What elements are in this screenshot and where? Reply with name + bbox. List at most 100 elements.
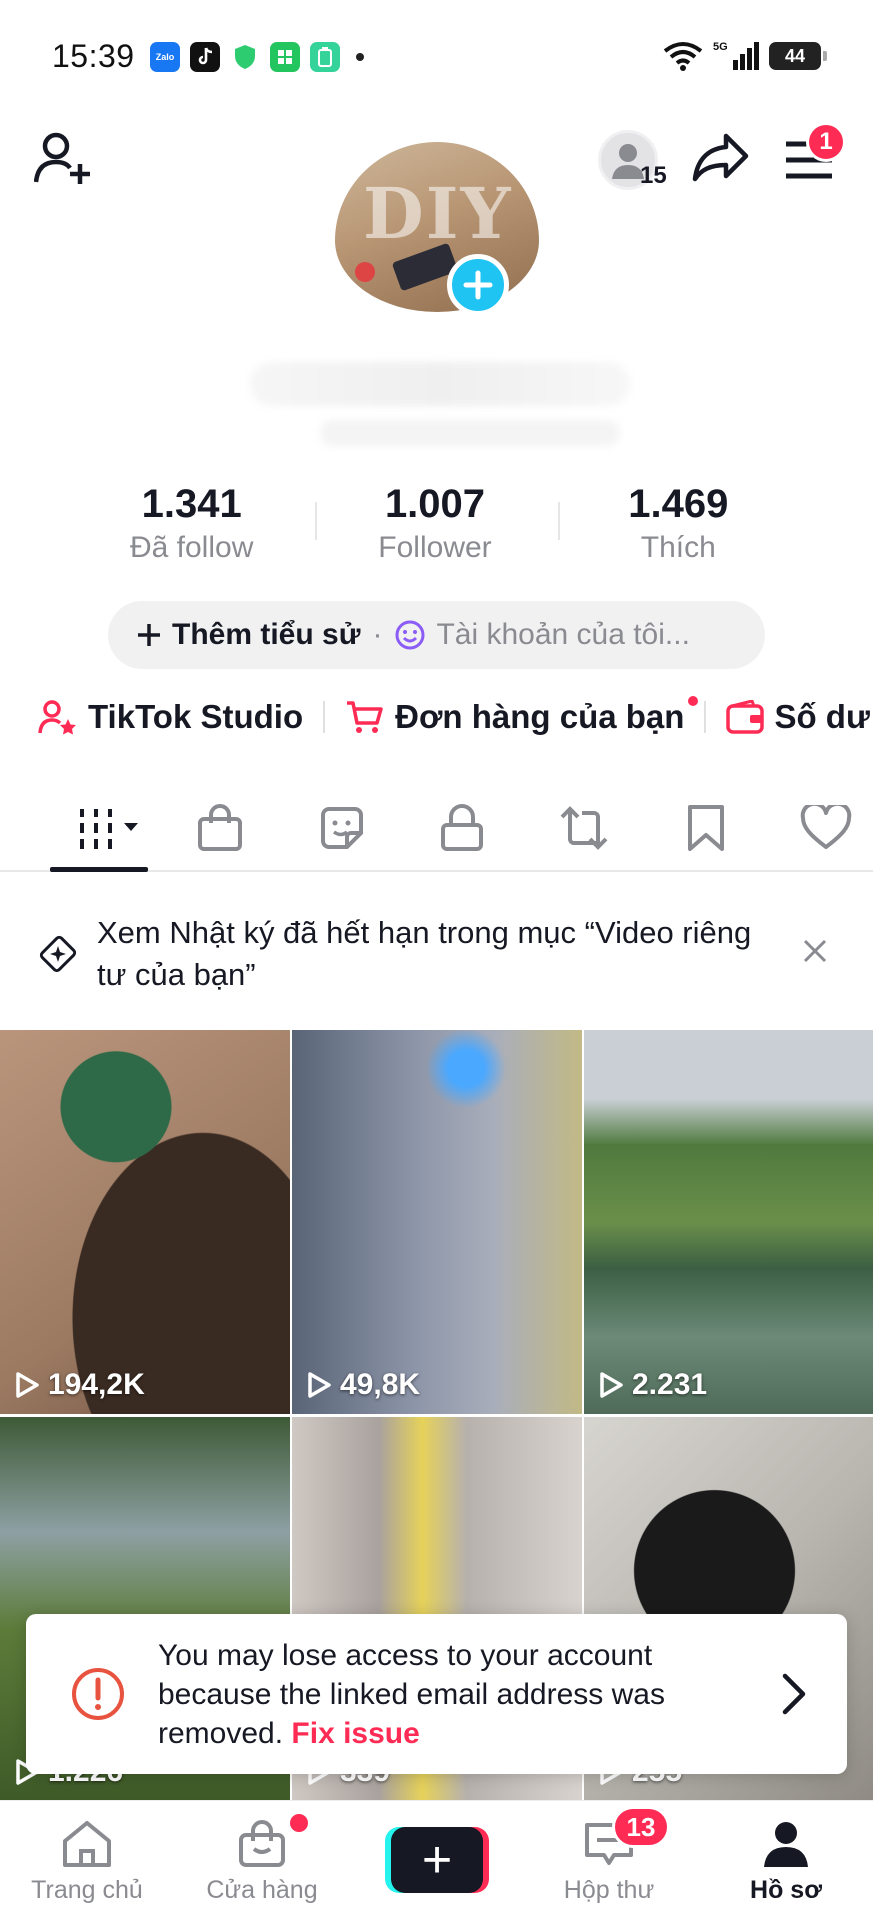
stat-followers-label: Follower: [378, 531, 492, 564]
chevron-right-icon[interactable]: [781, 1672, 807, 1716]
toast-message-block: You may lose access to your account beca…: [158, 1636, 758, 1753]
sparkle-diary-icon: [39, 935, 77, 973]
handle-blurred: [320, 420, 620, 446]
tiktok-icon: [190, 42, 220, 72]
video-tile[interactable]: 194,2K: [0, 1030, 290, 1414]
notice-text: Xem Nhật ký đã hết hạn trong mục “Video …: [97, 915, 752, 992]
add-bio-label: Thêm tiểu sử: [172, 618, 361, 651]
cellular-signal-icon: 5G: [713, 41, 759, 70]
grid-columns-icon: [80, 809, 138, 849]
email-warning-toast[interactable]: You may lose access to your account beca…: [26, 1614, 847, 1774]
video-views: 194,2K: [14, 1368, 145, 1402]
share-profile-button[interactable]: [692, 132, 750, 187]
add-bio-button[interactable]: Thêm tiểu sử: [136, 618, 360, 652]
nav-shop-label: Cửa hàng: [206, 1876, 318, 1904]
smiley-icon: [395, 620, 425, 650]
orders-link[interactable]: Đơn hàng của bạn: [345, 696, 699, 736]
add-friend-button[interactable]: [33, 130, 94, 191]
repost-icon: [560, 806, 608, 850]
view-count: 2.231: [632, 1368, 708, 1401]
tab-liked[interactable]: [796, 798, 856, 858]
video-tile[interactable]: 49,8K: [292, 1030, 582, 1414]
tab-videos[interactable]: [70, 798, 148, 858]
stat-followers[interactable]: 1.007 Follower: [313, 482, 556, 565]
add-avatar-button[interactable]: [447, 254, 509, 316]
wifi-icon: [663, 42, 703, 71]
lock-icon: [441, 804, 483, 851]
play-outline-icon: [16, 1372, 39, 1398]
tiktok-studio-link[interactable]: TikTok Studio: [38, 698, 303, 736]
username-blurred: [250, 362, 630, 406]
orders-label: Đơn hàng của bạn: [395, 698, 685, 735]
tab-stickers[interactable]: [312, 798, 372, 858]
stat-following[interactable]: 1.341 Đã follow: [70, 482, 313, 565]
bio-separator: ·: [372, 618, 383, 651]
link-divider: [323, 701, 326, 733]
avatar-logo-text: DIY: [363, 172, 513, 255]
status-time: 15:39: [52, 38, 135, 74]
warning-circle-icon: [72, 1668, 124, 1720]
add-user-icon: [33, 132, 90, 184]
expired-diary-notice[interactable]: Xem Nhật ký đã hết hạn trong mục “Video …: [0, 900, 873, 1020]
status-right: 5G 44: [663, 40, 827, 72]
studio-person-star-icon: [38, 700, 76, 735]
orders-notification-dot: [688, 696, 699, 706]
plus-icon: [138, 624, 160, 646]
profile-stats: 1.341 Đã follow 1.007 Follower 1.469 Thí…: [70, 482, 800, 565]
content-tabs: [0, 790, 873, 872]
bottom-navigation: Trang chủ Cửa hàng + Hộp thư Hồ sơ: [0, 1800, 873, 1920]
stat-following-value: 1.341: [141, 482, 242, 526]
share-arrow-icon: [692, 133, 749, 182]
account-status-button[interactable]: Tài khoản của tôi...: [394, 618, 690, 652]
tiktok-studio-label: TikTok Studio: [88, 698, 304, 735]
shop-notification-dot: [290, 1814, 308, 1832]
create-video-button[interactable]: +: [385, 1827, 489, 1893]
video-views: 2.231: [598, 1368, 707, 1402]
video-views: 49,8K: [306, 1368, 420, 1402]
shield-icon: [230, 42, 260, 72]
close-icon[interactable]: [802, 938, 828, 964]
stat-likes-label: Thích: [640, 531, 716, 564]
nav-profile-label: Hồ sơ: [750, 1876, 822, 1904]
stat-followers-value: 1.007: [384, 482, 486, 526]
stat-likes[interactable]: 1.469 Thích: [557, 482, 800, 565]
fix-issue-link[interactable]: Fix issue: [291, 1717, 419, 1750]
bookmark-icon: [688, 805, 724, 851]
wallet-icon: [726, 700, 765, 734]
account-status-label: Tài khoản của tôi...: [436, 618, 690, 651]
play-outline-icon: [308, 1372, 331, 1398]
nav-home-label: Trang chủ: [31, 1876, 143, 1904]
profile-avatar[interactable]: DIY: [335, 142, 539, 316]
zalo-icon: Zalo: [150, 42, 180, 72]
plus-icon: +: [391, 1827, 483, 1893]
home-icon: [63, 1821, 111, 1867]
nav-inbox-label: Hộp thư: [563, 1876, 655, 1904]
status-bar: 15:39 Zalo 5G 44: [0, 0, 873, 110]
tab-shop[interactable]: [190, 798, 250, 858]
nav-shop[interactable]: Cửa hàng: [187, 1819, 337, 1905]
view-count: 49,8K: [340, 1368, 421, 1401]
inbox-notification-badge: 13: [612, 1806, 670, 1848]
status-app-icons: Zalo: [150, 42, 364, 72]
battery-indicator: 44: [769, 42, 827, 70]
shopping-cart-icon: [347, 701, 383, 733]
link-divider: [704, 701, 707, 733]
bio-pill: Thêm tiểu sử · Tài khoản của tôi...: [108, 601, 765, 669]
balance-label: Số dư: [774, 698, 870, 735]
notification-dot: [356, 53, 364, 61]
menu-notification-badge: 1: [806, 122, 846, 162]
play-outline-icon: [600, 1372, 623, 1398]
stat-following-label: Đã follow: [129, 531, 254, 564]
nav-home[interactable]: Trang chủ: [12, 1819, 162, 1905]
tab-private[interactable]: [432, 798, 492, 858]
heart-icon: [800, 805, 852, 849]
nav-profile[interactable]: Hồ sơ: [711, 1819, 861, 1905]
avatar-decoration-dot: [355, 262, 375, 282]
tab-reposts[interactable]: [554, 798, 614, 858]
stat-likes-value: 1.469: [628, 482, 729, 526]
balance-link[interactable]: Số dư: [726, 698, 870, 736]
video-tile[interactable]: 2.231: [584, 1030, 873, 1414]
profile-links: TikTok Studio Đơn hàng của bạn Số dư: [38, 696, 870, 736]
tab-favorites[interactable]: [676, 798, 736, 858]
view-count: 194,2K: [48, 1368, 145, 1401]
